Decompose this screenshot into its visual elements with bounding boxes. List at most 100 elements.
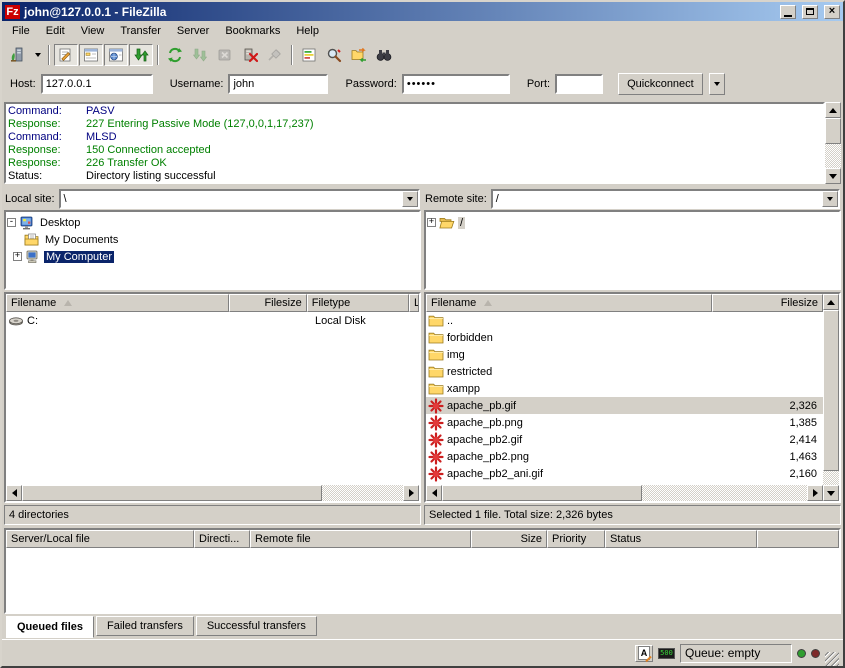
column-header-filesize[interactable]: Filesize [229,294,306,312]
menu-help[interactable]: Help [288,22,327,40]
title-bar[interactable]: Fz john@127.0.0.1 - FileZilla × [2,2,843,21]
column-header-status[interactable]: Status [605,530,757,548]
expand-toggle[interactable]: + [13,252,22,261]
refresh-button[interactable] [163,44,187,66]
disconnect-button[interactable] [238,44,262,66]
tree-item-desktop[interactable]: - Desktop [7,214,418,231]
quickconnect-button[interactable]: Quickconnect [618,73,703,95]
scroll-right-button[interactable] [807,485,823,501]
remote-file-row[interactable]: forbidden [426,329,823,346]
column-header-lastmodified[interactable]: L [409,294,419,312]
chevron-down-icon [407,197,413,201]
scroll-up-button[interactable] [823,294,839,310]
minimize-button[interactable] [780,5,796,19]
speed-limit-indicator[interactable]: 500 [658,648,675,659]
toggle-transfer-queue-button[interactable] [129,44,153,66]
remote-file-row[interactable]: apache_pb.png 1,385 [426,414,823,431]
maximize-button[interactable] [802,5,818,19]
scroll-up-button[interactable] [825,102,841,118]
site-manager-dropdown[interactable] [31,44,44,66]
resize-grip[interactable] [825,652,839,666]
tab-successful-transfers[interactable]: Successful transfers [196,616,317,636]
toggle-remote-tree-button[interactable] [104,44,128,66]
cancel-button[interactable] [213,44,237,66]
remote-file-row[interactable]: xampp [426,380,823,397]
tree-item-root[interactable]: + / [427,214,838,231]
column-header-filename[interactable]: Filename [6,294,229,312]
local-site-dropdown[interactable] [402,191,418,207]
toggle-local-tree-button[interactable] [79,44,103,66]
tab-failed-transfers[interactable]: Failed transfers [96,616,194,636]
scroll-left-button[interactable] [6,485,22,501]
remote-vertical-scrollbar[interactable] [823,294,839,501]
recv-activity-led [797,649,806,658]
image-file-icon [428,398,444,414]
column-header-filetype[interactable]: Filetype [307,294,409,312]
queue-tabs: Queued files Failed transfers Successful… [2,614,843,639]
menu-bookmarks[interactable]: Bookmarks [217,22,288,40]
desktop-icon [19,215,35,231]
scroll-thumb[interactable] [442,485,642,501]
column-header-filler [757,530,839,548]
scroll-thumb[interactable] [825,118,841,144]
remote-horizontal-scrollbar[interactable] [426,485,823,501]
column-header-filesize[interactable]: Filesize [712,294,823,312]
remote-site-dropdown[interactable] [822,191,838,207]
expand-toggle[interactable]: + [427,218,436,227]
quickconnect-dropdown[interactable] [709,73,725,95]
reconnect-button[interactable] [263,44,287,66]
local-horizontal-scrollbar[interactable] [6,485,419,501]
remote-file-row[interactable]: img [426,346,823,363]
menu-view[interactable]: View [73,22,113,40]
chevron-down-icon [714,82,720,86]
tree-item-label-selected: / [458,217,465,229]
tree-item-my-documents[interactable]: My Documents [7,231,418,248]
local-file-row[interactable]: C: Local Disk [6,312,419,329]
site-manager-button[interactable] [6,44,30,66]
scroll-left-button[interactable] [426,485,442,501]
remote-file-row[interactable]: .. [426,312,823,329]
scroll-thumb[interactable] [823,310,839,471]
menu-server[interactable]: Server [169,22,217,40]
port-input[interactable] [555,74,603,94]
column-header-priority[interactable]: Priority [547,530,605,548]
remote-file-row-selected[interactable]: apache_pb.gif 2,326 [426,397,823,414]
scroll-down-button[interactable] [825,168,841,184]
scroll-right-button[interactable] [403,485,419,501]
scroll-down-button[interactable] [823,485,839,501]
remote-file-row[interactable]: apache_pb2.gif 2,414 [426,431,823,448]
remote-site-combobox[interactable]: / [491,189,840,209]
message-log: Command:PASV Response:227 Entering Passi… [4,102,825,184]
column-header-direction[interactable]: Directi... [194,530,250,548]
toggle-message-log-button[interactable] [54,44,78,66]
local-site-combobox[interactable]: \ [59,189,420,209]
username-input[interactable] [228,74,328,94]
menu-edit[interactable]: Edit [38,22,73,40]
process-queue-button[interactable] [188,44,212,66]
directory-comparison-button[interactable] [297,44,321,66]
menu-file[interactable]: File [4,22,38,40]
transfer-type-indicator[interactable]: A [635,645,653,662]
close-button[interactable]: × [824,5,840,19]
password-input[interactable] [402,74,510,94]
reconnect-icon [267,47,283,63]
menu-transfer[interactable]: Transfer [112,22,169,40]
find-files-button[interactable] [322,44,346,66]
synchronized-browsing-button[interactable] [347,44,371,66]
collapse-toggle[interactable]: - [7,218,16,227]
log-vertical-scrollbar[interactable] [825,102,841,184]
username-label: Username: [170,78,224,90]
remote-file-row[interactable]: apache_pb2.png 1,463 [426,448,823,465]
remote-file-row[interactable]: apache_pb2_ani.gif 2,160 [426,465,823,482]
scroll-thumb[interactable] [22,485,322,501]
column-header-remote-file[interactable]: Remote file [250,530,471,548]
remote-file-row[interactable]: restricted [426,363,823,380]
host-input[interactable] [41,74,153,94]
column-header-size[interactable]: Size [471,530,547,548]
tree-item-my-computer[interactable]: + My Computer [7,248,418,265]
filter-button[interactable] [372,44,396,66]
local-directory-tree: - Desktop My Documents + My Computer [4,210,421,290]
column-header-server-local-file[interactable]: Server/Local file [6,530,194,548]
column-header-filename[interactable]: Filename [426,294,712,312]
tab-queued-files[interactable]: Queued files [6,616,94,638]
